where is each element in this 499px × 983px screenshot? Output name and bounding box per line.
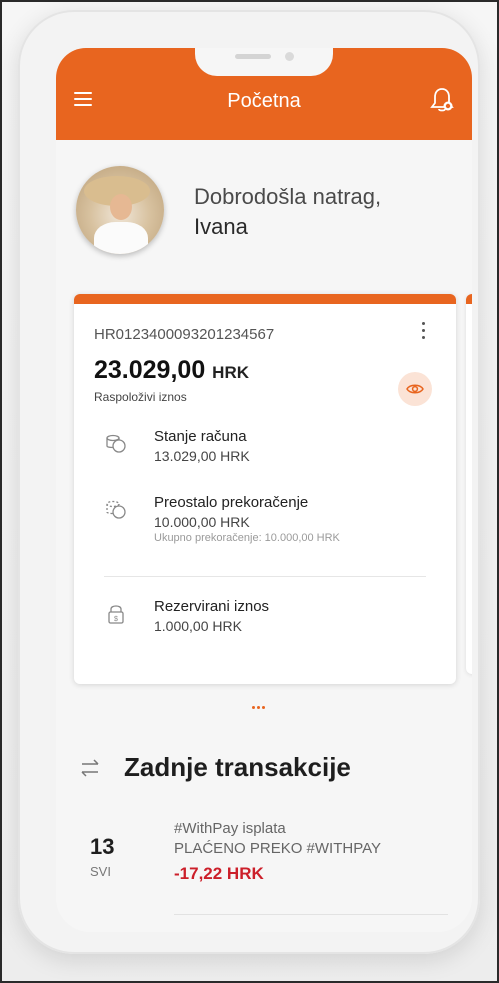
transactions-header: Zadnje transakcije: [78, 748, 458, 788]
reserved-amount-row: $ Rezervirani iznos 1.000,00 HRK: [104, 598, 444, 642]
transaction-name: #WithPay isplata: [174, 820, 286, 837]
overdraft-value: 10.000,00 HRK: [154, 514, 250, 530]
available-amount: 23.029,00 HRK: [94, 356, 249, 385]
transaction-amount: -17,22 HRK: [174, 864, 264, 883]
transfer-arrows-icon: [78, 756, 102, 780]
more-options-icon[interactable]: [422, 322, 426, 342]
greeting-section: Dobrodošla natrag, Ivana: [76, 166, 466, 256]
notification-bell-icon[interactable]: [430, 86, 454, 114]
coins-icon: [104, 432, 128, 456]
reserved-value: 1.000,00 HRK: [154, 618, 242, 634]
overdraft-label: Preostalo prekoračenje: [154, 494, 309, 511]
transaction-day: 13: [90, 834, 115, 859]
balance-value: 13.029,00 HRK: [154, 448, 250, 464]
available-amount-value: 23.029,00: [94, 356, 206, 384]
account-balance-row: Stanje računa 13.029,00 HRK: [104, 428, 444, 472]
transaction-month: SVI: [90, 864, 111, 879]
eye-icon: [406, 384, 424, 394]
available-label: Raspoloživi iznos: [94, 390, 187, 404]
overdraft-total-note: Ukupno prekoračenje: 10.000,00 HRK: [154, 532, 340, 544]
phone-notch: [195, 48, 333, 76]
page-title: Početna: [227, 90, 301, 112]
screenshot-frame: Početna Dobrodošla natrag, Ivana HR01234…: [0, 0, 499, 983]
transaction-item[interactable]: 13 SVI #WithPay isplata PLAĆENO PREKO #W…: [78, 820, 458, 920]
greeting-text: Dobrodošla natrag,: [194, 184, 382, 209]
transactions-title: Zadnje transakcije: [124, 752, 351, 782]
balance-label: Stanje računa: [154, 428, 247, 445]
lock-icon: $: [104, 602, 128, 626]
transaction-description: PLAĆENO PREKO #WITHPAY: [174, 840, 381, 857]
carousel-pager[interactable]: [252, 696, 267, 714]
overdraft-coins-icon: [104, 498, 128, 522]
phone-mockup: Početna Dobrodošla natrag, Ivana HR01234…: [18, 10, 480, 954]
avatar[interactable]: [76, 166, 164, 254]
front-camera: [285, 52, 294, 61]
speaker-grille: [235, 54, 271, 59]
next-account-card[interactable]: [466, 294, 472, 674]
account-iban: HR0123400093201234567: [94, 326, 275, 343]
toggle-visibility-button[interactable]: [398, 372, 432, 406]
card-divider: [104, 576, 426, 577]
user-name: Ivana: [194, 214, 248, 239]
card-accent-bar: [74, 294, 456, 304]
app-screen: Početna Dobrodošla natrag, Ivana HR01234…: [56, 48, 472, 932]
svg-text:$: $: [114, 616, 118, 623]
reserved-label: Rezervirani iznos: [154, 598, 270, 615]
account-card[interactable]: HR0123400093201234567 23.029,00 HRK Rasp…: [74, 294, 456, 684]
overdraft-row: Preostalo prekoračenje 10.000,00 HRK Uku…: [104, 494, 444, 554]
transaction-divider: [174, 914, 448, 915]
available-amount-currency: HRK: [212, 363, 250, 382]
